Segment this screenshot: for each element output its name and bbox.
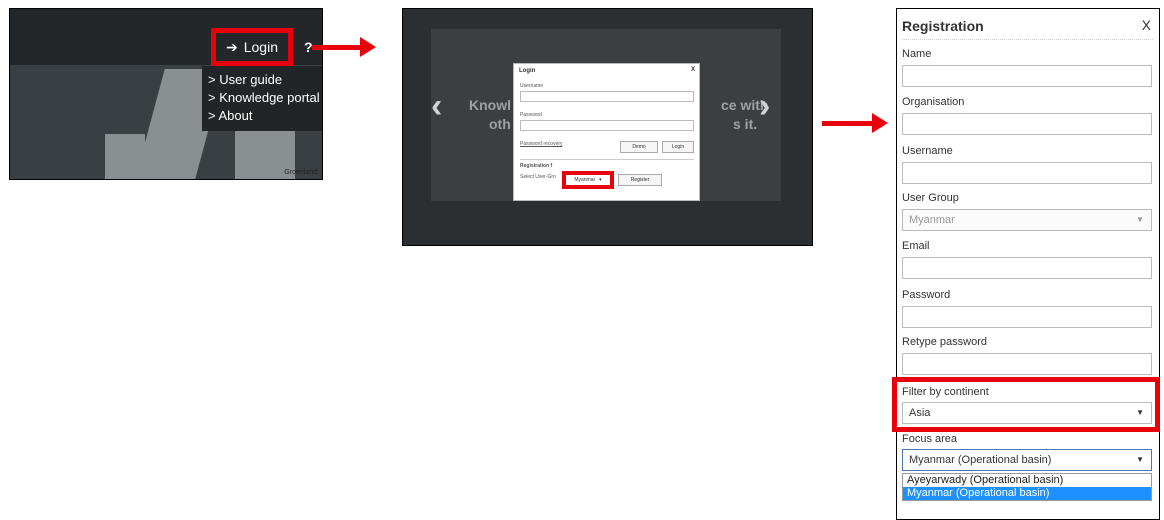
menu-item-user-guide[interactable]: > User guide [202, 71, 322, 89]
sign-in-icon: ➔ [226, 38, 238, 55]
highlight-frame [892, 377, 1160, 432]
close-icon[interactable]: X [691, 67, 695, 73]
chevron-right-icon[interactable]: › [759, 87, 770, 126]
help-menu: > User guide > Knowledge portal > About [202, 66, 322, 131]
name-input[interactable] [902, 65, 1152, 87]
focus-area-label: Focus area [902, 433, 958, 445]
name-label: Name [902, 48, 932, 60]
option-ayeyarwady[interactable]: Ayeyarwady (Operational basin) [903, 474, 1151, 487]
username-label: Username [520, 83, 544, 89]
password-input[interactable] [520, 120, 694, 131]
username-label: Username [902, 145, 953, 157]
demo-label: Demo [632, 144, 646, 150]
header-screenshot: ➔ Login ? > User guide > Knowledge porta… [9, 8, 323, 180]
register-button[interactable]: Register [618, 174, 662, 186]
focus-area-value: Myanmar (Operational basin) [909, 454, 1052, 466]
demo-button[interactable]: Demo [620, 141, 658, 153]
close-icon[interactable]: X [1142, 17, 1151, 33]
login-dialog: Login X Username Password Password recov… [513, 63, 700, 201]
select-group-label: Select User-Gro [520, 174, 556, 180]
chevron-left-icon[interactable]: ‹ [431, 87, 442, 126]
password-recovery-link[interactable]: Password recovery [520, 141, 563, 147]
organisation-input[interactable] [902, 113, 1152, 135]
menu-item-knowledge-portal[interactable]: > Knowledge portal [202, 89, 322, 107]
divider [902, 39, 1153, 40]
login-screenshot: Knowl ce with oth s it. ‹ › Login X User… [402, 8, 813, 246]
registration-panel: Registration X Name Organisation Usernam… [892, 8, 1160, 520]
arrow-icon [822, 113, 888, 133]
divider [520, 159, 694, 160]
password-input[interactable] [902, 306, 1152, 328]
email-input[interactable] [902, 257, 1152, 279]
chevron-down-icon: ▼ [1136, 215, 1144, 224]
user-group-value: Myanmar [574, 177, 596, 183]
user-group-label: User Group [902, 192, 959, 204]
password-label: Password [902, 289, 951, 301]
chevron-down-icon: ▼ [1136, 455, 1144, 464]
register-label: Register [630, 177, 650, 183]
username-input[interactable] [520, 91, 694, 102]
chevron-down-icon: ▾ [599, 177, 602, 183]
login-button[interactable]: ➔ Login [211, 28, 293, 66]
username-input[interactable] [902, 162, 1152, 184]
focus-area-select[interactable]: Myanmar (Operational basin) ▼ [902, 449, 1152, 471]
menu-item-about[interactable]: > About [202, 107, 322, 125]
panel-title: Registration [902, 18, 984, 34]
user-group-value: Myanmar [909, 214, 955, 226]
dialog-title: Login [519, 68, 536, 74]
email-label: Email [902, 240, 930, 252]
focus-area-options: Ayeyarwady (Operational basin) Myanmar (… [902, 473, 1152, 501]
registration-label: Registration f [520, 163, 553, 169]
retype-password-input[interactable] [902, 353, 1152, 375]
login-submit-button[interactable]: Login [662, 141, 694, 153]
login-label: Login [243, 39, 278, 55]
option-myanmar[interactable]: Myanmar (Operational basin) [903, 487, 1151, 500]
login-label: Login [671, 144, 685, 150]
carousel-text: Knowl [469, 97, 511, 113]
user-group-select: Myanmar ▼ [902, 209, 1152, 231]
retype-password-label: Retype password [902, 336, 987, 348]
map-land [105, 134, 145, 179]
user-group-select[interactable]: Myanmar ▾ [562, 171, 614, 189]
map-label: Groenland [284, 169, 317, 176]
carousel-text: s it. [733, 116, 758, 132]
password-label: Password [520, 112, 542, 118]
arrow-icon [312, 37, 376, 57]
organisation-label: Organisation [902, 96, 965, 108]
carousel-text: oth [489, 116, 511, 132]
